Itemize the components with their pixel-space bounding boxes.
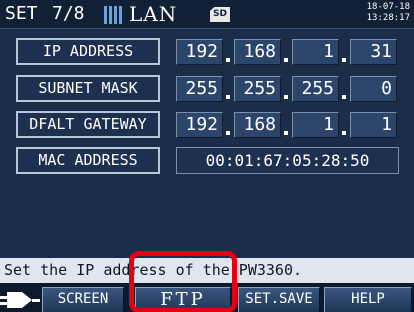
ip-address-octet-4[interactable]: 31 <box>350 39 397 65</box>
device-screen: SET 7/8 LAN SD 18-07-18 13:28:17 IP ADDR… <box>0 0 414 312</box>
plug-icon <box>0 292 40 308</box>
mac-address-label: MAC ADDRESS <box>16 147 160 174</box>
subnet-mask-label: SUBNET MASK <box>16 75 160 102</box>
clock: 18-07-18 13:28:17 <box>367 2 410 24</box>
default-gateway-label: DFALT GATEWAY <box>16 111 160 138</box>
octet-separator <box>284 58 288 62</box>
default-gateway-octet-3[interactable]: 1 <box>292 112 339 138</box>
default-gateway-octet-1[interactable]: 192 <box>176 112 223 138</box>
function-key-bar: SCREEN FTP SET.SAVE HELP <box>0 283 414 312</box>
subnet-mask-octet-2[interactable]: 255 <box>234 76 281 102</box>
ftp-key[interactable]: FTP <box>135 287 231 312</box>
octet-separator <box>342 95 346 99</box>
set-save-key[interactable]: SET.SAVE <box>238 287 320 312</box>
screen-key[interactable]: SCREEN <box>42 287 124 312</box>
mac-address-value: 00:01:67:05:28:50 <box>176 147 399 174</box>
octet-separator <box>284 95 288 99</box>
ip-address-octet-1[interactable]: 192 <box>176 39 223 65</box>
octet-separator <box>226 58 230 62</box>
ip-address-octet-3[interactable]: 1 <box>292 39 339 65</box>
octet-separator <box>226 95 230 99</box>
octet-separator <box>342 58 346 62</box>
header-bar: SET 7/8 LAN SD 18-07-18 13:28:17 <box>0 0 414 29</box>
subnet-mask-octet-1[interactable]: 255 <box>176 76 223 102</box>
clock-date: 18-07-18 <box>366 2 410 12</box>
subnet-mask-octet-3[interactable]: 255 <box>292 76 339 102</box>
sd-card-icon: SD <box>210 7 230 22</box>
subnet-mask-octet-4[interactable]: 0 <box>350 76 397 102</box>
octet-separator <box>342 131 346 135</box>
page-indicator: 7/8 <box>52 3 85 24</box>
status-message: Set the IP address of the PW3360. <box>0 258 414 283</box>
octet-separator <box>226 131 230 135</box>
default-gateway-octet-4[interactable]: 1 <box>350 112 397 138</box>
set-mode-label: SET <box>5 3 38 24</box>
clock-time: 13:28:17 <box>366 13 410 23</box>
octet-separator <box>284 131 288 135</box>
help-key[interactable]: HELP <box>324 287 412 312</box>
ip-address-label: IP ADDRESS <box>16 38 160 65</box>
bars-icon <box>104 6 124 24</box>
section-title: LAN <box>129 2 178 26</box>
default-gateway-octet-2[interactable]: 168 <box>234 112 281 138</box>
ip-address-octet-2[interactable]: 168 <box>234 39 281 65</box>
